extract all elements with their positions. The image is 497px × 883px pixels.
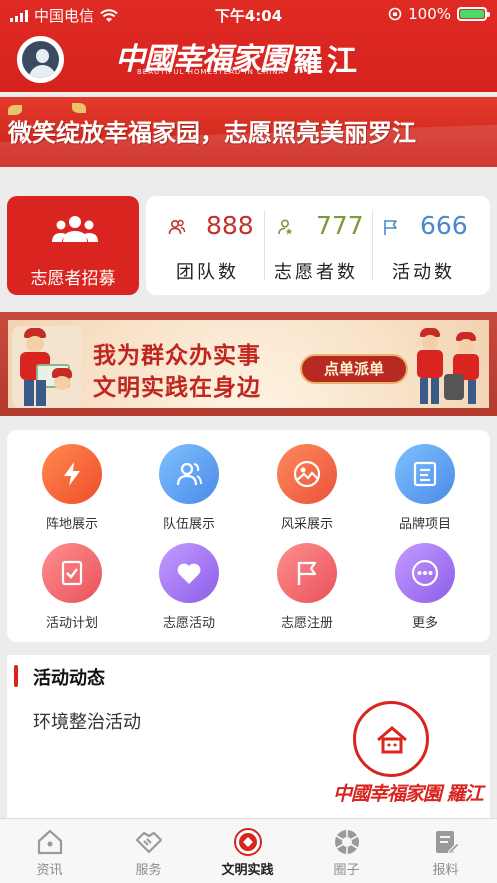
homestead-logo: 中國幸福家園 羅江 <box>333 783 484 805</box>
avatar[interactable] <box>17 36 64 83</box>
battery-icon <box>457 7 490 21</box>
grid-item-team[interactable]: 队伍展示 <box>129 432 249 532</box>
banner-slogan: 微笑绽放幸福家园，志愿照亮美丽罗江 <box>8 118 416 147</box>
grid-label: 志愿注册 <box>280 616 333 631</box>
tab-service[interactable]: 服务 <box>99 819 198 883</box>
stat-value: 666 <box>420 211 468 240</box>
volunteer-icon <box>278 219 293 235</box>
grid-icon-bg <box>277 543 337 603</box>
grid-item-style[interactable]: 风采展示 <box>247 432 367 532</box>
tab-label: 圈子 <box>333 863 360 878</box>
grid-icon-bg <box>159 543 219 603</box>
logo-english: BEAUTIFUL HOMESTEAD IN CHINA <box>137 68 285 76</box>
flag-icon <box>297 561 317 585</box>
activity-section: 活动动态 环境整治活动 中國幸福家園 羅江 <box>7 655 490 818</box>
stat-volunteers[interactable]: 777 志愿者数 <box>264 196 378 295</box>
home-icon <box>37 829 63 855</box>
team-icon <box>168 219 186 235</box>
grid-label: 阵地展示 <box>45 517 98 532</box>
avatar-placeholder-icon <box>22 41 59 78</box>
grid-icon-bg <box>159 444 219 504</box>
more-icon <box>411 559 439 587</box>
checklist-icon <box>61 560 83 586</box>
document-icon <box>413 461 437 487</box>
section-title: 活动动态 <box>33 668 105 689</box>
grid-label: 志愿活动 <box>162 616 215 631</box>
activity-item[interactable]: 环境整治活动 <box>33 708 141 734</box>
dove-icon <box>72 103 86 113</box>
people-group-icon <box>52 216 98 242</box>
grid-icon-bg <box>42 444 102 504</box>
tab-news[interactable]: 资讯 <box>0 819 99 883</box>
stat-value: 777 <box>316 211 364 240</box>
feature-grid: 阵地展示 队伍展示 风采展示 品牌项目 活动计划 志愿活动 志愿注册 更多 <box>7 430 490 642</box>
order-dispatch-button[interactable]: 点单派单 <box>300 354 408 384</box>
app-header: 中国电信 下午4:04 100% 中國幸福家園 羅江 BEAUTIFUL HOM… <box>0 0 497 92</box>
stat-value: 888 <box>206 211 254 240</box>
grid-label: 队伍展示 <box>162 517 215 532</box>
tab-label: 资讯 <box>36 863 63 878</box>
grid-label: 品牌项目 <box>398 517 451 532</box>
grid-item-position[interactable]: 阵地展示 <box>12 432 132 532</box>
tab-civilization[interactable]: 文明实践 <box>198 819 297 883</box>
orientation-lock-icon <box>388 7 402 21</box>
volunteer-recruit-button[interactable]: 志愿者招募 <box>7 196 139 295</box>
grid-item-volunteer-activity[interactable]: 志愿活动 <box>129 531 249 631</box>
volunteer-illustration <box>12 326 82 408</box>
promo-subheadline: 文明实践在身边 <box>93 374 261 401</box>
stat-label: 团队数 <box>176 262 239 283</box>
handshake-icon <box>135 831 163 854</box>
tab-label: 报料 <box>432 863 459 878</box>
lightning-icon <box>64 462 80 486</box>
tab-circle[interactable]: 圈子 <box>297 819 396 883</box>
tab-report[interactable]: 报料 <box>396 819 495 883</box>
homestead-emblem-icon <box>353 701 429 777</box>
grid-label: 更多 <box>411 616 438 631</box>
grid-item-brand[interactable]: 品牌项目 <box>365 432 485 532</box>
section-accent-bar <box>14 665 18 687</box>
grid-label: 风采展示 <box>280 517 333 532</box>
app-logo: 中國幸福家園 羅江 BEAUTIFUL HOMESTEAD IN CHINA <box>115 32 385 84</box>
status-right: 100% <box>388 5 490 23</box>
battery-percent: 100% <box>408 5 451 23</box>
tab-bar: 资讯 服务 文明实践 圈子 报料 <box>0 818 497 883</box>
volunteer-illustration <box>412 324 488 408</box>
image-icon <box>293 460 321 488</box>
team-icon <box>176 462 202 486</box>
grid-icon-bg <box>395 444 455 504</box>
emblem-icon <box>234 828 262 856</box>
logo-city: 羅江 <box>293 44 361 79</box>
stat-teams[interactable]: 888 团队数 <box>146 196 260 295</box>
promo-background: 我为群众办实事 文明实践在身边 点单派单 <box>8 320 489 408</box>
heart-icon <box>177 563 201 584</box>
report-icon <box>436 831 460 855</box>
grid-item-more[interactable]: 更多 <box>365 531 485 631</box>
grid-icon-bg <box>395 543 455 603</box>
recruit-label: 志愿者招募 <box>30 269 116 289</box>
stat-activities[interactable]: 666 活动数 <box>372 196 486 295</box>
grid-icon-bg <box>42 543 102 603</box>
aperture-icon <box>335 830 359 854</box>
stat-label: 志愿者数 <box>274 262 358 283</box>
tab-label: 文明实践 <box>221 863 274 878</box>
grid-icon-bg <box>277 444 337 504</box>
grid-item-plan[interactable]: 活动计划 <box>12 531 132 631</box>
promo-banner[interactable]: 我为群众办实事 文明实践在身边 点单派单 <box>0 312 497 416</box>
promo-headline: 我为群众办实事 <box>93 342 261 369</box>
slogan-banner[interactable]: 微笑绽放幸福家园，志愿照亮美丽罗江 <box>0 97 497 167</box>
stat-label: 活动数 <box>392 262 455 283</box>
status-bar: 中国电信 下午4:04 100% <box>0 0 497 28</box>
grid-label: 活动计划 <box>45 616 98 631</box>
stats-card: 888 团队数 777 志愿者数 666 活动数 <box>146 196 490 295</box>
flag-icon <box>384 220 397 235</box>
tab-label: 服务 <box>135 863 162 878</box>
grid-item-register[interactable]: 志愿注册 <box>247 531 367 631</box>
